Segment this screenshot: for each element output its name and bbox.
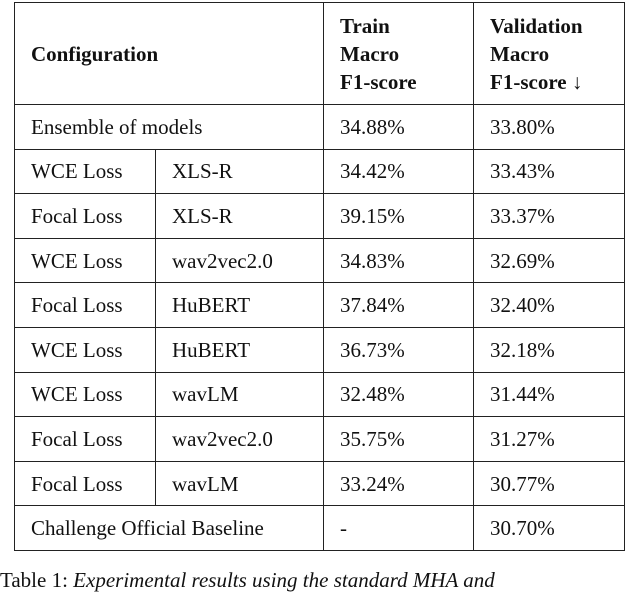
header-configuration: Configuration [14,2,324,105]
train-f1-cell: 34.88% [323,104,474,150]
table-row: Ensemble of models 34.88% 33.80% [14,104,625,150]
model-cell: XLS-R [155,193,324,239]
header-train-f1: Train Macro F1-score [323,2,474,105]
validation-f1-cell: 33.37% [473,193,625,239]
model-cell: wav2vec2.0 [155,237,324,284]
table-row: Focal Loss wav2vec2.0 35.75% 31.27% [14,416,625,462]
model-cell: wavLM [155,460,324,507]
validation-f1-cell: 33.80% [473,104,625,150]
loss-cell: Focal Loss [14,416,156,462]
header-validation-line-2: Macro [490,41,550,66]
train-f1-cell: 33.24% [323,460,474,507]
validation-f1-cell: 31.27% [473,416,625,462]
train-f1-cell: 36.73% [323,326,474,373]
caption-text: Experimental results using the standard … [73,568,495,592]
caption-label: Table 1: [0,568,68,592]
model-cell: HuBERT [155,282,324,328]
train-f1-cell: - [323,505,474,551]
table-row: Focal Loss wavLM 33.24% 30.77% [14,460,625,507]
table-row: Focal Loss XLS-R 39.15% 33.37% [14,193,625,239]
loss-cell: WCE Loss [14,148,156,195]
table-row: WCE Loss XLS-R 34.42% 33.43% [14,148,625,195]
validation-f1-cell: 31.44% [473,371,625,418]
config-cell: Challenge Official Baseline [14,505,324,551]
loss-cell: Focal Loss [14,460,156,507]
validation-f1-cell: 30.70% [473,505,625,551]
train-f1-cell: 35.75% [323,416,474,462]
header-train-line-2: Macro [340,41,400,66]
loss-cell: Focal Loss [14,193,156,239]
table-row: Challenge Official Baseline - 30.70% [14,505,625,551]
train-f1-cell: 39.15% [323,193,474,239]
model-cell: wav2vec2.0 [155,416,324,462]
train-f1-cell: 32.48% [323,371,474,418]
header-validation-f1: Validation Macro F1-score ↓ [473,2,625,105]
config-cell: Ensemble of models [14,104,324,150]
validation-f1-cell: 32.40% [473,282,625,328]
validation-f1-cell: 32.69% [473,237,625,284]
loss-cell: Focal Loss [14,282,156,328]
table-row: WCE Loss wav2vec2.0 34.83% 32.69% [14,237,625,284]
header-row: Configuration Train Macro F1-score Valid… [14,2,625,105]
model-cell: XLS-R [155,148,324,195]
validation-f1-cell: 30.77% [473,460,625,507]
loss-cell: WCE Loss [14,326,156,373]
header-validation-line-1: Validation [490,13,583,38]
loss-cell: WCE Loss [14,237,156,284]
header-train-line-1: Train [340,13,390,38]
model-cell: HuBERT [155,326,324,373]
table-row: WCE Loss HuBERT 36.73% 32.18% [14,326,625,373]
table-caption: Table 1: Experimental results using the … [0,568,495,593]
table-row: WCE Loss wavLM 32.48% 31.44% [14,371,625,418]
validation-f1-cell: 33.43% [473,148,625,195]
header-train-line-3: F1-score [340,69,417,94]
results-table: Configuration Train Macro F1-score Valid… [14,2,625,551]
model-cell: wavLM [155,371,324,418]
table-row: Focal Loss HuBERT 37.84% 32.40% [14,282,625,328]
train-f1-cell: 34.83% [323,237,474,284]
header-validation-line-3: F1-score ↓ [490,69,583,94]
validation-f1-cell: 32.18% [473,326,625,373]
train-f1-cell: 37.84% [323,282,474,328]
loss-cell: WCE Loss [14,371,156,418]
train-f1-cell: 34.42% [323,148,474,195]
